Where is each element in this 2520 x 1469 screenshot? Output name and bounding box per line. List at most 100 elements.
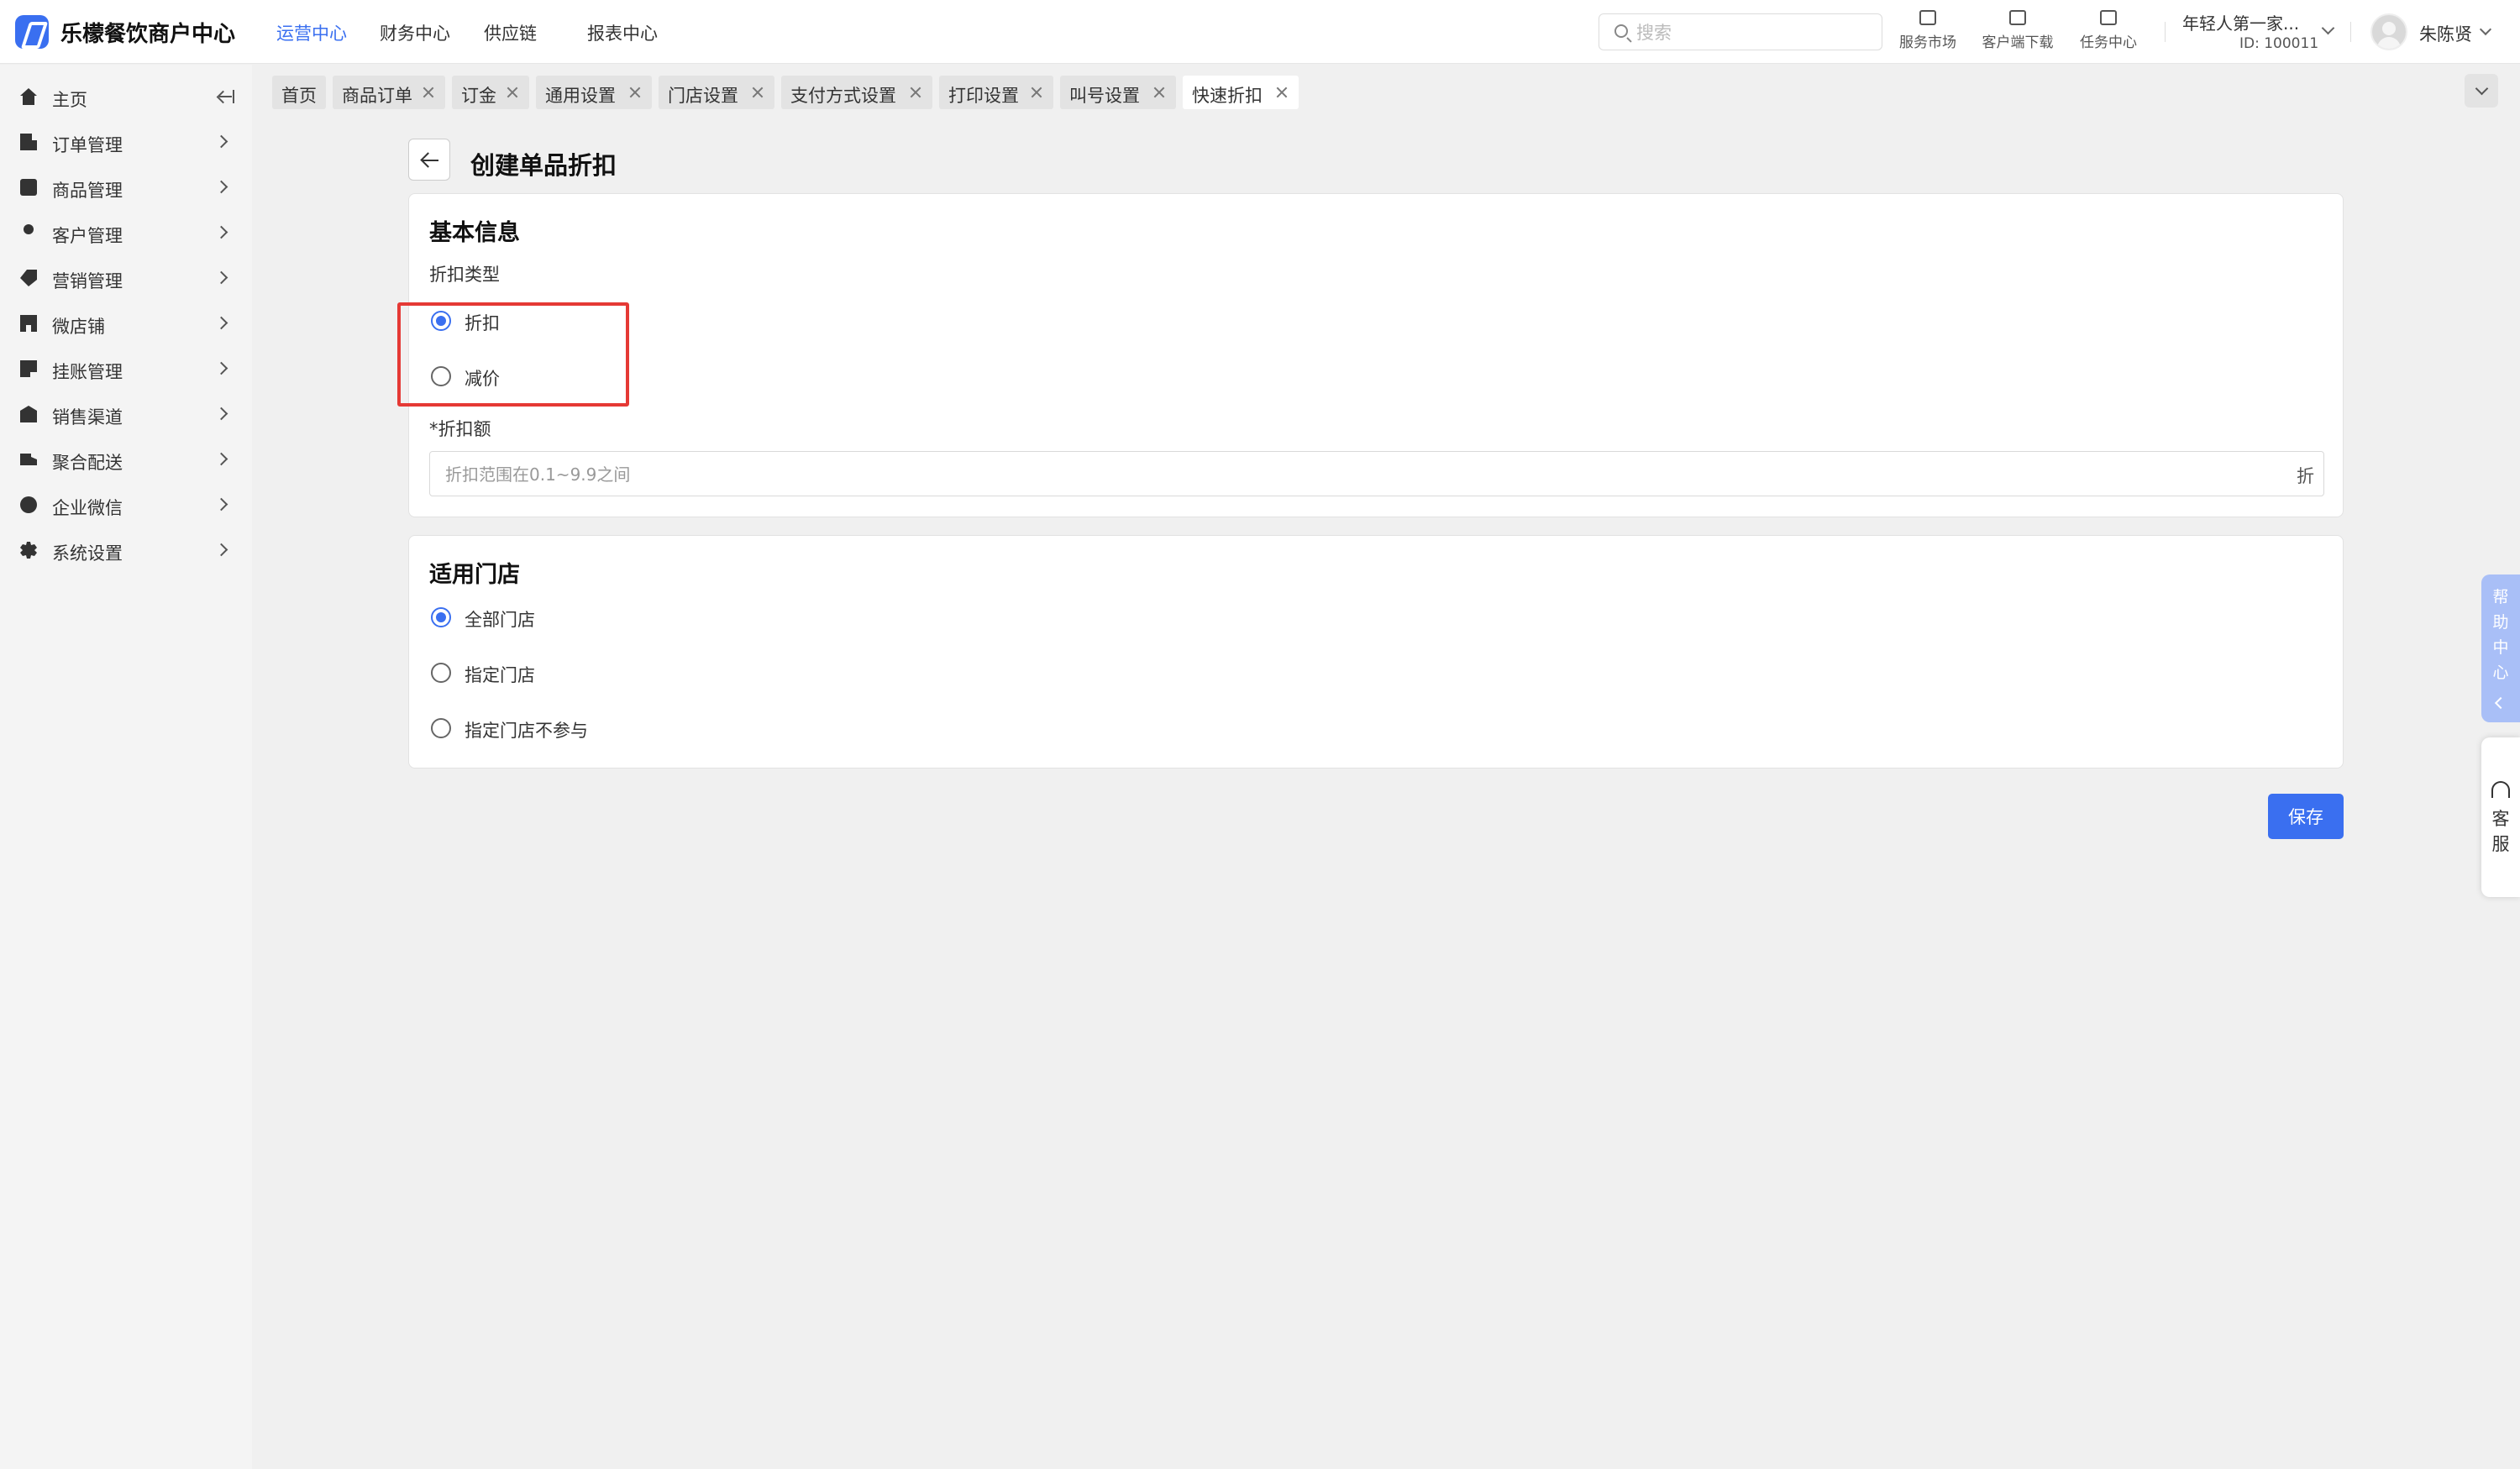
tab-queue-settings[interactable]: 叫号设置 — [1060, 76, 1176, 109]
chat-icon — [20, 496, 37, 513]
close-icon[interactable] — [751, 86, 764, 99]
annotation-highlight-box — [397, 302, 629, 407]
user-icon — [24, 224, 34, 234]
client-download-label: 客户端下载 — [1982, 34, 2054, 51]
org-id: ID: 100011 — [2239, 35, 2319, 52]
sidebar-item-sales-channels[interactable]: 销售渠道 — [0, 393, 252, 435]
tabs-menu-button[interactable] — [2465, 74, 2498, 108]
save-button[interactable]: 保存 — [2268, 794, 2344, 839]
top-nav-supply-chain[interactable]: 供应链 — [484, 20, 537, 45]
radio-label: 指定门店 — [465, 665, 535, 685]
tab-payment-settings[interactable]: 支付方式设置 — [781, 76, 932, 109]
brand-name: 乐檬餐饮商户中心 — [60, 22, 236, 47]
radio-circle — [431, 663, 451, 683]
top-nav-reports[interactable]: 报表中心 — [587, 20, 658, 45]
org-switcher[interactable]: 年轻人第一家... ID: 100011 — [2182, 8, 2335, 55]
sidebar-item-ledger[interactable]: 挂账管理 — [0, 348, 252, 390]
search-icon — [1614, 24, 1628, 38]
page-tabs: 首页 商品订单 订金 通用设置 门店设置 支付方式设置 打印设置 叫号设置 快速… — [252, 65, 2520, 118]
tab-general-settings[interactable]: 通用设置 — [536, 76, 652, 109]
sidebar-item-goods[interactable]: 商品管理 — [0, 166, 252, 208]
sidebar-item-home[interactable]: 主页 — [0, 76, 252, 118]
sidebar-item-label: 订单管理 — [52, 135, 123, 155]
radio-circle — [431, 718, 451, 738]
applicable-stores-title: 适用门店 — [429, 562, 520, 588]
sidebar-item-label: 营销管理 — [52, 271, 123, 291]
home-icon — [20, 88, 37, 105]
sidebar-item-label: 系统设置 — [52, 543, 123, 564]
tab-store-settings[interactable]: 门店设置 — [659, 76, 774, 109]
discount-type-label: 折扣类型 — [429, 265, 500, 285]
global-search — [1599, 13, 1882, 50]
sidebar-item-label: 聚合配送 — [52, 453, 123, 473]
close-icon[interactable] — [909, 86, 922, 99]
close-icon[interactable] — [506, 86, 519, 99]
discount-amount-field: 折 — [429, 451, 2324, 496]
amount-unit-suffix: 折 — [2297, 466, 2314, 486]
chevron-right-icon — [214, 497, 228, 512]
sidebar-item-orders[interactable]: 订单管理 — [0, 121, 252, 163]
sidebar-item-label: 企业微信 — [52, 498, 123, 518]
close-icon[interactable] — [628, 86, 642, 99]
sidebar-item-micro-shop[interactable]: 微店铺 — [0, 302, 252, 344]
tab-label: 订金 — [461, 86, 496, 106]
headset-icon — [2491, 781, 2510, 798]
customer-service-tab[interactable]: 客服 — [2481, 737, 2520, 897]
sidebar-item-label: 客户管理 — [52, 226, 123, 246]
chevron-right-icon — [214, 452, 228, 466]
discount-amount-input[interactable] — [445, 462, 2260, 487]
sidebar-item-label: 主页 — [52, 90, 87, 110]
tab-label: 商品订单 — [342, 86, 412, 106]
collapse-sidebar-icon[interactable] — [217, 90, 235, 103]
chevron-right-icon — [214, 361, 228, 375]
task-center-button[interactable]: 任务中心 — [2071, 8, 2146, 55]
chevron-down-icon[interactable] — [2479, 23, 2492, 36]
chevron-right-icon — [214, 225, 228, 239]
tab-print-settings[interactable]: 打印设置 — [939, 76, 1053, 109]
top-nav-finance[interactable]: 财务中心 — [380, 20, 450, 45]
chevron-left-icon — [2494, 696, 2507, 710]
search-input[interactable] — [1636, 21, 1872, 45]
sidebar-item-label: 商品管理 — [52, 181, 123, 201]
brand-logo-icon — [15, 15, 49, 49]
tab-home[interactable]: 首页 — [272, 76, 326, 109]
basic-info-card: 基本信息 折扣类型 折扣 减价 *折扣额 折 — [408, 193, 2344, 517]
ledger-icon — [20, 360, 37, 377]
store-radio-specified[interactable]: 指定门店 — [431, 658, 599, 687]
store-radio-excluded[interactable]: 指定门店不参与 — [431, 714, 683, 742]
user-name[interactable]: 朱陈贤 — [2419, 21, 2472, 46]
top-nav-operations[interactable]: 运营中心 — [276, 20, 347, 45]
help-center-tab[interactable]: 帮助中心 — [2481, 574, 2520, 722]
org-name: 年轻人第一家... — [2182, 13, 2300, 34]
tab-label: 通用设置 — [545, 86, 616, 106]
service-market-label: 服务市场 — [1899, 34, 1956, 51]
client-download-button[interactable]: 客户端下载 — [1980, 8, 2055, 55]
help-center-label: 帮助中心 — [2492, 588, 2509, 682]
close-icon[interactable] — [1030, 86, 1043, 99]
truck-icon — [20, 454, 37, 465]
chevron-down-icon — [2321, 21, 2335, 35]
store-radio-all[interactable]: 全部门店 — [431, 603, 599, 632]
store-icon — [1919, 10, 1936, 25]
close-icon[interactable] — [1152, 86, 1166, 99]
sidebar-item-marketing[interactable]: 营销管理 — [0, 257, 252, 299]
chevron-right-icon — [214, 134, 228, 149]
sidebar-item-settings[interactable]: 系统设置 — [0, 529, 252, 571]
chevron-right-icon — [214, 180, 228, 194]
sidebar-item-wecom[interactable]: 企业微信 — [0, 484, 252, 526]
tab-goods-orders[interactable]: 商品订单 — [333, 76, 445, 109]
close-icon[interactable] — [422, 86, 435, 99]
tab-quick-discount[interactable]: 快速折扣 — [1183, 76, 1299, 109]
sidebar: 主页 订单管理 商品管理 客户管理 营销管理 微店铺 挂账管理 销售渠道 聚合配 — [0, 65, 252, 1469]
tab-label: 叫号设置 — [1069, 86, 1140, 106]
close-icon[interactable] — [1275, 86, 1289, 99]
task-center-label: 任务中心 — [2080, 34, 2137, 51]
tab-deposit[interactable]: 订金 — [452, 76, 529, 109]
sidebar-item-customers[interactable]: 客户管理 — [0, 212, 252, 254]
sidebar-item-delivery[interactable]: 聚合配送 — [0, 438, 252, 480]
back-button[interactable] — [408, 139, 450, 181]
divider — [2165, 22, 2166, 42]
service-market-button[interactable]: 服务市场 — [1890, 8, 1966, 55]
gear-icon — [20, 542, 37, 559]
avatar[interactable] — [2370, 13, 2407, 50]
